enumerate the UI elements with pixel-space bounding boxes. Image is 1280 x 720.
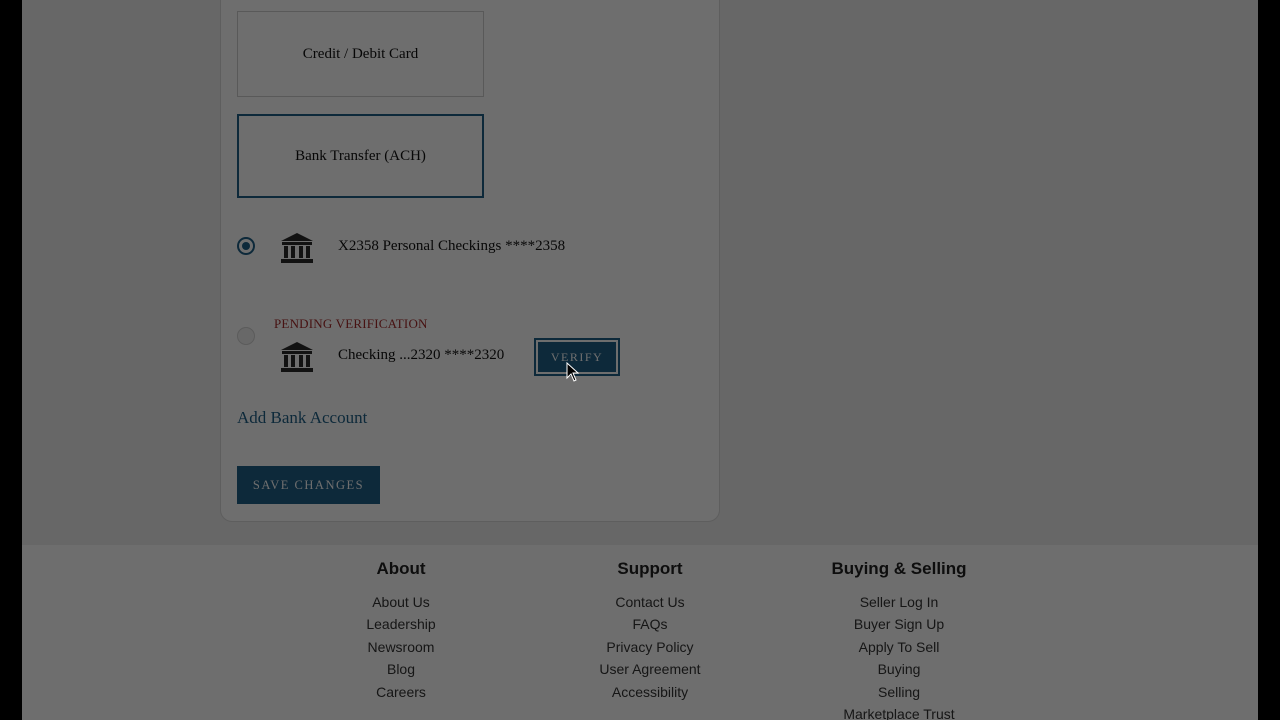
footer-heading-support: Support bbox=[617, 559, 683, 578]
footer-link-careers[interactable]: Careers bbox=[276, 681, 526, 703]
footer-link-contact-us[interactable]: Contact Us bbox=[525, 591, 775, 613]
account-label-2320: Checking ...2320 ****2320 bbox=[338, 347, 505, 363]
footer: About About Us Leadership Newsroom Blog … bbox=[22, 545, 1258, 720]
footer-link-user-agreement[interactable]: User Agreement bbox=[525, 658, 775, 680]
footer-link-leadership[interactable]: Leadership bbox=[276, 613, 526, 635]
footer-link-marketplace-trust[interactable]: Marketplace Trust bbox=[774, 703, 1024, 720]
account-radio-2320 bbox=[237, 327, 255, 345]
bank-icon bbox=[281, 233, 313, 263]
credit-debit-card-option[interactable]: Credit / Debit Card bbox=[237, 11, 484, 97]
account-label-x2358: X2358 Personal Checkings ****2358 bbox=[338, 238, 566, 254]
footer-link-about-us[interactable]: About Us bbox=[276, 591, 526, 613]
footer-link-blog[interactable]: Blog bbox=[276, 658, 526, 680]
footer-heading-about: About bbox=[376, 559, 426, 578]
bank-transfer-option[interactable]: Bank Transfer (ACH) bbox=[237, 114, 484, 198]
credit-debit-card-label: Credit / Debit Card bbox=[302, 45, 419, 62]
footer-link-buying[interactable]: Buying bbox=[774, 658, 1024, 680]
footer-column-support: Support Contact Us FAQs Privacy Policy U… bbox=[525, 559, 775, 703]
bank-transfer-label: Bank Transfer (ACH) bbox=[295, 147, 426, 164]
account-radio-x2358[interactable] bbox=[237, 237, 255, 255]
radio-selected-dot bbox=[242, 242, 250, 250]
page: Credit / Debit Card Bank Transfer (ACH) … bbox=[22, 0, 1258, 720]
footer-link-selling[interactable]: Selling bbox=[774, 681, 1024, 703]
footer-heading-buying-selling: Buying & Selling bbox=[831, 559, 967, 578]
footer-link-privacy-policy[interactable]: Privacy Policy bbox=[525, 636, 775, 658]
footer-link-buyer-sign-up[interactable]: Buyer Sign Up bbox=[774, 613, 1024, 635]
footer-link-seller-log-in[interactable]: Seller Log In bbox=[774, 591, 1024, 613]
footer-link-faqs[interactable]: FAQs bbox=[525, 613, 775, 635]
footer-link-apply-to-sell[interactable]: Apply To Sell bbox=[774, 636, 1024, 658]
bank-icon bbox=[281, 342, 313, 372]
footer-link-accessibility[interactable]: Accessibility bbox=[525, 681, 775, 703]
footer-link-newsroom[interactable]: Newsroom bbox=[276, 636, 526, 658]
pending-verification-badge: PENDING VERIFICATION bbox=[274, 316, 428, 331]
add-bank-account-link[interactable]: Add Bank Account bbox=[237, 408, 367, 428]
save-changes-button[interactable]: SAVE CHANGES bbox=[237, 466, 380, 504]
footer-column-about: About About Us Leadership Newsroom Blog … bbox=[276, 559, 526, 703]
mouse-cursor-icon bbox=[566, 362, 580, 382]
footer-column-buying-selling: Buying & Selling Seller Log In Buyer Sig… bbox=[774, 559, 1024, 720]
